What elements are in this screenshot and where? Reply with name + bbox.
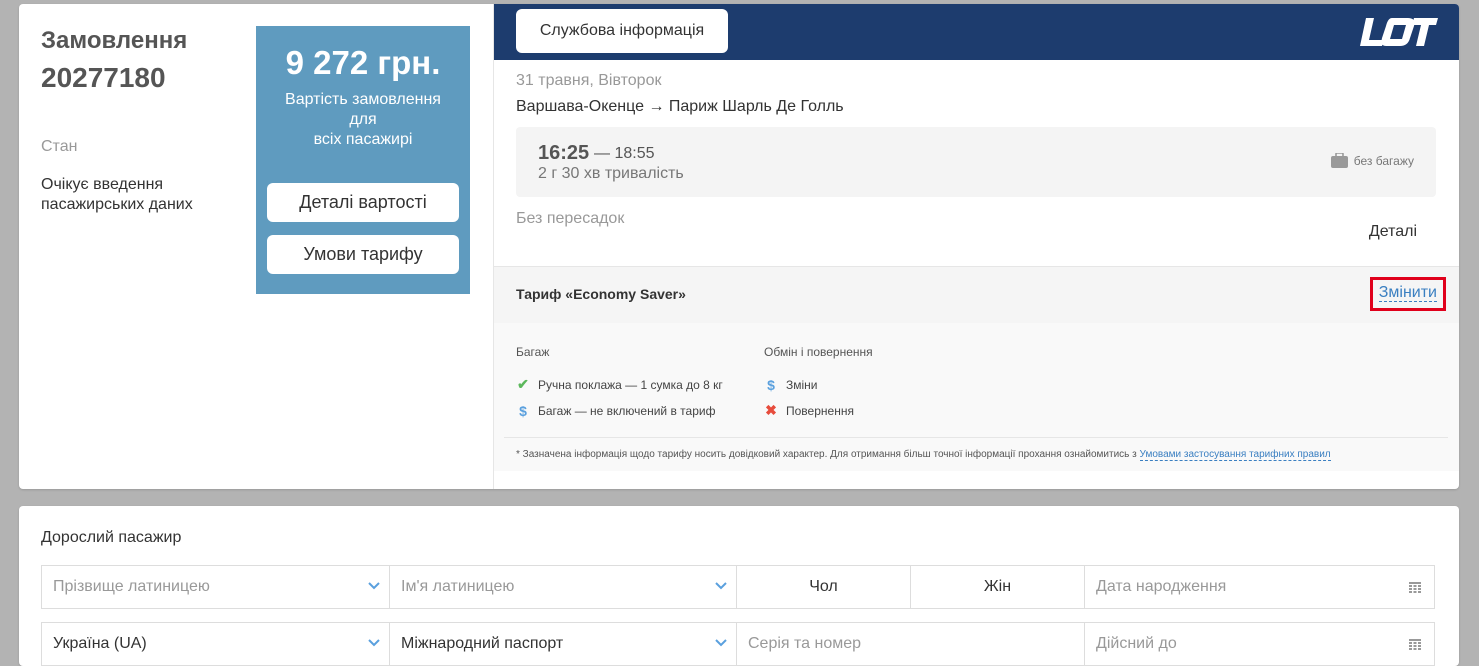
tariff-name: Тариф «Economy Saver»: [516, 286, 686, 302]
arrival-time: — 18:55: [594, 145, 655, 162]
price-desc-line: всіх пасажирі: [313, 131, 413, 148]
valid-until-field[interactable]: Дійсний до: [1085, 623, 1433, 665]
order-card: Замовлення 20277180 Стан Очікує введення…: [19, 4, 1459, 489]
price-amount: 9 272 грн.: [285, 44, 441, 81]
document-number-placeholder: Серія та номер: [748, 635, 862, 652]
list-item: ✖ Повернення: [764, 402, 873, 418]
order-number: 20277180: [41, 62, 166, 93]
calendar-icon[interactable]: [1409, 581, 1421, 599]
tariff-bar: Тариф «Economy Saver» Змінити: [494, 266, 1459, 324]
chevron-down-icon: [367, 636, 381, 653]
check-icon: ✔: [517, 376, 529, 392]
tariff-conditions: Багаж ✔ Ручна поклажа — 1 сумка до 8 кг …: [494, 323, 1459, 471]
baggage-title: Багаж: [516, 345, 550, 359]
footnote-text: * Зазначена інформація щодо тарифу носит…: [516, 449, 1137, 460]
birthdate-field[interactable]: Дата народження: [1085, 566, 1433, 608]
flight-header-bar: Службова інформація: [494, 4, 1459, 60]
order-title: Замовлення: [41, 27, 188, 54]
list-item: $ Багаж — не включений в тариф: [516, 402, 723, 419]
tariff-footnote: * Зазначена інформація щодо тарифу носит…: [504, 437, 1448, 461]
list-item-text: Багаж — не включений в тариф: [538, 403, 716, 418]
list-item: ✔ Ручна поклажа — 1 сумка до 8 кг: [516, 376, 723, 392]
surname-field[interactable]: Прізвище латиницею: [42, 566, 390, 608]
exchange-title: Обмін і повернення: [764, 345, 873, 359]
flight-time-box: 16:25 — 18:55 2 г 30 хв тривалість без б…: [516, 127, 1436, 197]
citizenship-value: Україна (UA): [53, 635, 147, 652]
status-label: Стан: [41, 138, 78, 155]
document-number-field[interactable]: Серія та номер: [737, 623, 1085, 665]
tariff-conditions-button[interactable]: Умови тарифу: [267, 235, 459, 274]
departure-time: 16:25: [538, 142, 590, 164]
price-description: Вартість замовлення для всіх пасажирі: [256, 90, 470, 150]
passenger-row-1: Прізвище латиницею Ім'я латиницею Чол Жі…: [41, 565, 1435, 609]
valid-until-placeholder: Дійсний до: [1096, 635, 1177, 652]
chevron-down-icon: [714, 579, 728, 596]
tariff-rules-link[interactable]: Умовами застосування тарифних правил: [1139, 449, 1331, 461]
list-item: $ Зміни: [764, 376, 873, 393]
flight-route: Варшава-Окенце → Париж Шарль Де Голль: [516, 98, 844, 115]
baggage-text: без багажу: [1353, 153, 1414, 168]
status-value: Очікує введення пасажирських даних: [41, 176, 193, 213]
baggage-column: Багаж ✔ Ручна поклажа — 1 сумка до 8 кг …: [516, 345, 723, 429]
flight-duration: 2 г 30 хв тривалість: [538, 165, 684, 182]
passenger-card: Дорослий пасажир Прізвище латиницею Ім'я…: [19, 506, 1459, 666]
surname-placeholder: Прізвище латиницею: [53, 578, 210, 595]
calendar-icon[interactable]: [1409, 638, 1421, 656]
change-tariff-link[interactable]: Змінити: [1369, 277, 1446, 311]
chevron-down-icon: [714, 636, 728, 653]
first-name-field[interactable]: Ім'я латиницею: [390, 566, 737, 608]
lot-logo: [1360, 18, 1438, 46]
flight-date: 31 травня, Вівторок: [516, 72, 662, 89]
dollar-icon: $: [519, 402, 527, 419]
document-type-value: Міжнародний паспорт: [401, 635, 564, 652]
passenger-row-2: Україна (UA) Міжнародний паспорт Серія т…: [41, 622, 1435, 666]
flight-details-link[interactable]: Деталі: [1369, 223, 1417, 241]
document-type-select[interactable]: Міжнародний паспорт: [390, 623, 737, 665]
chevron-down-icon: [367, 579, 381, 596]
exchange-column: Обмін і повернення $ Зміни ✖ Повернення: [764, 345, 873, 429]
passenger-title: Дорослий пасажир: [41, 529, 182, 546]
flight-panel: Службова інформація 31 травня, Вівторок …: [493, 4, 1459, 489]
list-item-text: Зміни: [786, 377, 818, 392]
suitcase-icon: [1330, 153, 1348, 168]
dollar-icon: $: [767, 376, 775, 393]
baggage-info: без багажу: [1330, 153, 1414, 168]
price-details-button[interactable]: Деталі вартості: [267, 183, 459, 222]
change-tariff-label[interactable]: Змінити: [1378, 284, 1437, 302]
service-info-button[interactable]: Службова інформація: [516, 9, 728, 53]
cross-icon: ✖: [765, 402, 777, 418]
transfers-info: Без пересадок: [516, 210, 625, 227]
gender-female-button[interactable]: Жін: [911, 566, 1085, 608]
list-item-text: Ручна поклажа — 1 сумка до 8 кг: [538, 377, 723, 392]
birthdate-placeholder: Дата народження: [1096, 578, 1227, 595]
list-item-text: Повернення: [786, 403, 854, 418]
first-name-placeholder: Ім'я латиницею: [401, 578, 515, 595]
price-desc-line: Вартість замовлення: [285, 91, 441, 108]
citizenship-select[interactable]: Україна (UA): [42, 623, 390, 665]
price-box: 9 272 грн. Вартість замовлення для всіх …: [256, 26, 470, 294]
price-desc-line: для: [349, 111, 377, 128]
gender-male-button[interactable]: Чол: [737, 566, 911, 608]
